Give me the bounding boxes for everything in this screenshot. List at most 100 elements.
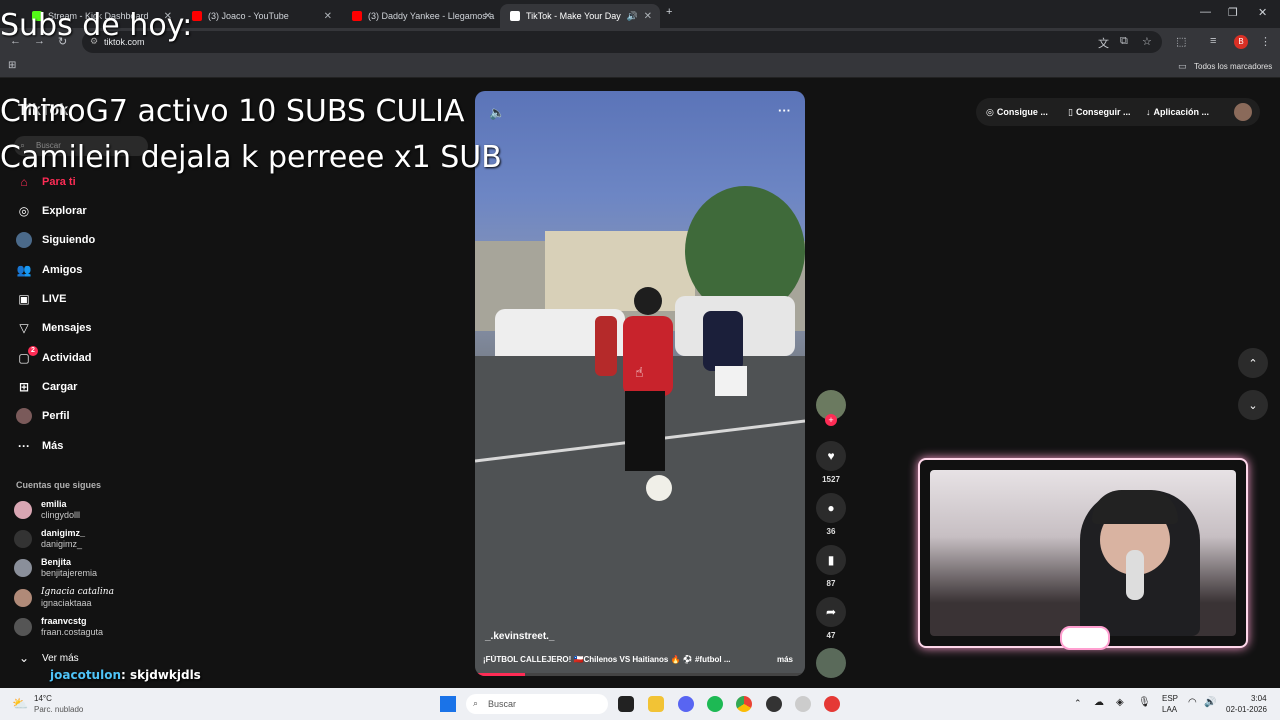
- search-icon: ⌕: [473, 698, 479, 708]
- spotify-icon[interactable]: [707, 696, 723, 712]
- list-item[interactable]: fraanvcstg fraan.costaguta: [14, 616, 103, 638]
- media-control-icon[interactable]: ≡: [1210, 35, 1216, 47]
- nav-actividad[interactable]: ▢ 2 Actividad: [16, 346, 92, 366]
- home-icon: ⌂: [20, 175, 28, 189]
- new-tab-icon[interactable]: +: [666, 6, 672, 18]
- chevron-up-icon[interactable]: ⌃: [1074, 698, 1082, 709]
- nav-label: LIVE: [42, 293, 67, 305]
- like-button[interactable]: ♥ 1527: [816, 441, 846, 484]
- avatar: [14, 530, 32, 548]
- video-more-link[interactable]: más: [777, 655, 793, 664]
- video-player[interactable]: 🔈 ··· _.kevinstreet._ ¡FÚTBOL CALLEJERO!…: [475, 91, 805, 676]
- next-video-button[interactable]: ⌄: [1238, 390, 1268, 420]
- all-bookmarks-link[interactable]: Todos los marcadores: [1194, 62, 1272, 71]
- windows-start-icon[interactable]: [440, 696, 456, 712]
- activity-icon: ▢ 2: [16, 346, 38, 366]
- bookmark-star-icon[interactable]: ☆: [1142, 35, 1152, 48]
- profile-avatar[interactable]: B: [1234, 35, 1248, 49]
- video-author[interactable]: _.kevinstreet._: [485, 631, 555, 642]
- tab-youtube-daddy-yankee[interactable]: (3) Daddy Yankee - Llegamos a ✕: [342, 4, 500, 28]
- list-item[interactable]: Benjita benjitajeremia: [14, 557, 97, 579]
- translate-icon[interactable]: 文: [1098, 35, 1109, 51]
- wifi-icon[interactable]: ◠: [1188, 697, 1197, 708]
- close-tab-icon[interactable]: ✕: [644, 11, 652, 22]
- app-icon[interactable]: [795, 696, 811, 712]
- more-options-icon[interactable]: ···: [778, 103, 791, 118]
- soccer-ball: [646, 475, 672, 501]
- clock-time[interactable]: 3:04: [1251, 694, 1267, 703]
- user-avatar[interactable]: [1234, 103, 1252, 121]
- nav-siguiendo[interactable]: Siguiendo: [16, 232, 95, 248]
- get-coins-button[interactable]: ◎ Consigue ...: [986, 103, 1048, 121]
- weather-temp[interactable]: 14°C: [34, 694, 52, 703]
- nav-perfil[interactable]: Perfil: [16, 408, 70, 424]
- following-icon: [16, 232, 32, 248]
- player-red-jacket: [623, 316, 673, 396]
- taskbar-search[interactable]: ⌕ Buscar: [466, 694, 608, 714]
- avatar: [14, 501, 32, 519]
- previous-video-button[interactable]: ⌃: [1238, 348, 1268, 378]
- subs-line-2: Camilein dejala k perreee x1 SUB: [0, 140, 502, 175]
- list-item[interactable]: Ignacia catalina ignaciaktaaa: [14, 587, 114, 609]
- close-window-icon[interactable]: ✕: [1258, 6, 1267, 19]
- file-explorer-icon[interactable]: [648, 696, 664, 712]
- tab-tiktok[interactable]: TikTok - Make Your Day 🔊 ✕: [500, 4, 660, 28]
- save-button[interactable]: ▮ 87: [816, 545, 846, 588]
- nav-amigos[interactable]: 👥 Amigos: [16, 262, 83, 278]
- volume-icon[interactable]: 🔈: [489, 105, 505, 121]
- author-avatar-button[interactable]: +: [816, 390, 846, 426]
- restore-icon[interactable]: ❐: [1228, 6, 1238, 19]
- see-more-button[interactable]: ⌄ Ver más: [16, 650, 79, 666]
- music-disc-button[interactable]: [816, 648, 846, 678]
- close-tab-icon[interactable]: ✕: [484, 11, 492, 22]
- video-progress-bar[interactable]: [475, 673, 805, 676]
- apps-grid-icon[interactable]: ⊞: [8, 60, 16, 71]
- chrome-icon[interactable]: [736, 696, 752, 712]
- nav-para-ti[interactable]: ⌂ Para ti: [16, 174, 75, 190]
- download-app-button[interactable]: ↓ Aplicación ...: [1146, 103, 1209, 121]
- streaming-app-icon[interactable]: [824, 696, 840, 712]
- subs-title: Subs de hoy:: [0, 8, 193, 43]
- comment-button[interactable]: ● 36: [816, 493, 846, 536]
- get-app-button[interactable]: ▯ Conseguir ...: [1068, 103, 1130, 121]
- language-indicator[interactable]: ESP: [1162, 694, 1178, 703]
- task-view-icon[interactable]: [618, 696, 634, 712]
- minimize-icon[interactable]: —: [1200, 6, 1211, 18]
- extensions-icon[interactable]: ⬚: [1176, 35, 1186, 48]
- chat-text: : skjdwkjdls: [121, 668, 201, 682]
- player-pants: [625, 391, 665, 471]
- list-item[interactable]: emilia clingydolll: [14, 499, 80, 521]
- volume-icon[interactable]: 🔊: [1204, 697, 1216, 708]
- close-tab-icon[interactable]: ✕: [324, 11, 332, 22]
- tray-app-icon[interactable]: ☁: [1094, 697, 1104, 708]
- nav-live[interactable]: ▣ LIVE: [16, 291, 66, 307]
- tray-app-icon[interactable]: ◈: [1116, 697, 1124, 708]
- cat-logo-icon: [1060, 626, 1110, 650]
- nav-mas[interactable]: ··· Más: [16, 438, 63, 454]
- tab-youtube-joaco[interactable]: (3) Joaco - YouTube ✕: [182, 4, 340, 28]
- video-frame: [475, 186, 805, 676]
- username: danigimz_: [41, 528, 86, 538]
- video-progress-fill: [475, 673, 525, 676]
- nav-explorar[interactable]: ◎ Explorar: [16, 203, 87, 219]
- nav-cargar[interactable]: ⊞ Cargar: [16, 379, 78, 395]
- speaker-icon[interactable]: 🔊: [627, 11, 638, 22]
- follow-plus-icon[interactable]: +: [825, 414, 837, 426]
- live-icon: ▣: [18, 292, 30, 306]
- upload-icon: ⊞: [18, 380, 30, 394]
- address-bar[interactable]: ⚙ tiktok.com: [82, 31, 1162, 53]
- obs-icon[interactable]: [766, 696, 782, 712]
- install-app-icon[interactable]: ⧉: [1120, 35, 1128, 48]
- share-button[interactable]: ➦ 47: [816, 597, 846, 640]
- profile-icon: [16, 408, 32, 424]
- microphone-tray-icon[interactable]: 🎙: [1138, 697, 1151, 708]
- save-count: 87: [826, 579, 836, 588]
- button-label: Conseguir ...: [1075, 107, 1131, 117]
- discord-icon[interactable]: [678, 696, 694, 712]
- menu-icon[interactable]: ⋮: [1260, 35, 1271, 48]
- nav-mensajes[interactable]: ▽ Mensajes: [16, 320, 91, 336]
- nav-label: Explorar: [42, 205, 87, 217]
- music-disc-icon: [816, 648, 846, 678]
- taskbar-search-label: Buscar: [488, 699, 517, 709]
- list-item[interactable]: danigimz_ danigimz_: [14, 528, 85, 550]
